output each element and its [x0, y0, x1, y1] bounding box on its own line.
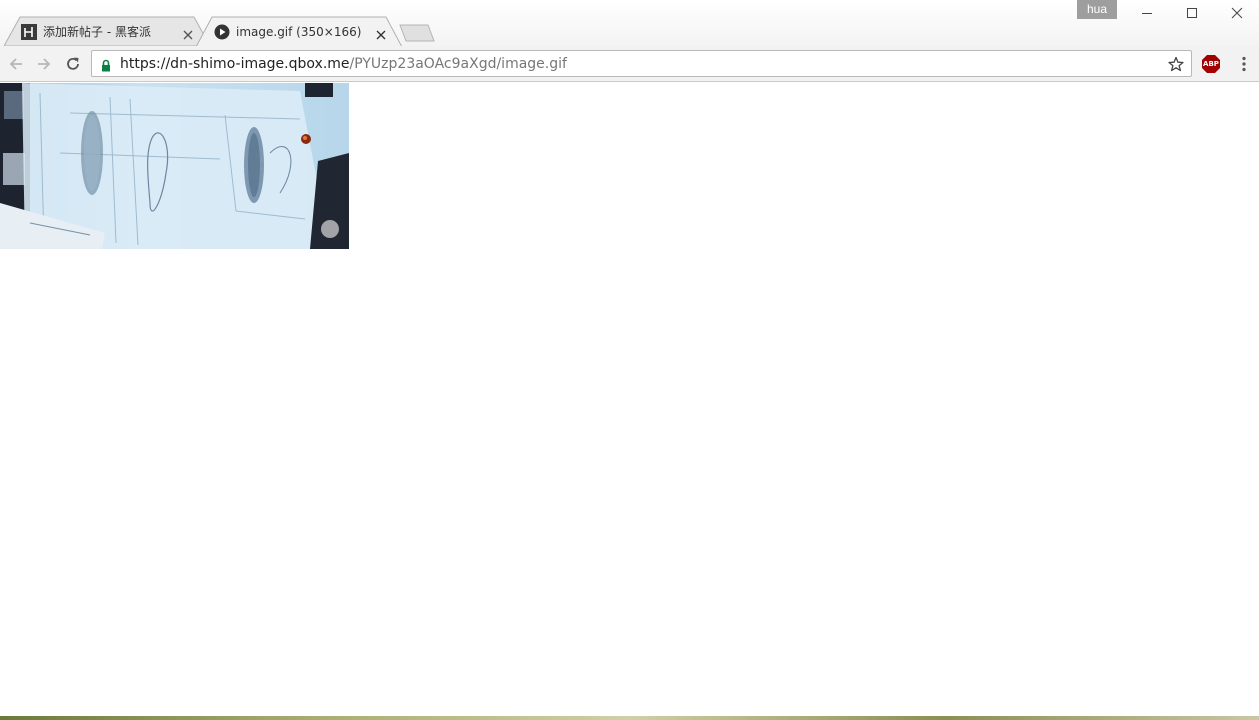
maximize-icon	[1187, 8, 1197, 18]
taskbar-edge	[0, 716, 1259, 720]
close-tab-icon[interactable]	[182, 26, 194, 40]
back-arrow-icon	[9, 58, 22, 70]
bookmark-star-icon[interactable]	[1168, 56, 1184, 76]
title-bar: 添加新帖子 - 黑客派 image.gif (350×166) hua	[0, 0, 1259, 47]
more-vert-icon	[1242, 56, 1246, 72]
adblock-plus-button[interactable]: ABP	[1201, 54, 1221, 74]
lock-icon	[101, 57, 111, 76]
maximize-button[interactable]	[1169, 0, 1215, 26]
gif-image[interactable]	[0, 83, 349, 249]
browser-toolbar: https://dn-shimo-image.qbox.me/PYUzp23aO…	[0, 46, 1259, 82]
url-text[interactable]: https://dn-shimo-image.qbox.me/PYUzp23aO…	[120, 55, 567, 73]
minimize-button[interactable]	[1124, 0, 1170, 26]
back-button[interactable]	[6, 54, 26, 74]
close-window-button[interactable]	[1214, 0, 1259, 26]
media-play-icon	[214, 24, 230, 40]
minimize-icon	[1142, 13, 1152, 14]
forward-arrow-icon	[38, 58, 51, 70]
new-tab-button[interactable]	[398, 24, 436, 42]
adblock-label: ABP	[1203, 60, 1219, 68]
reload-button[interactable]	[63, 54, 83, 74]
tab-image-gif[interactable]: image.gif (350×166)	[196, 16, 402, 47]
url-host: https://dn-shimo-image.qbox.me	[120, 56, 350, 72]
profile-badge[interactable]: hua	[1077, 0, 1117, 19]
close-tab-icon[interactable]	[375, 26, 387, 40]
hacpai-logo-icon	[21, 24, 37, 40]
page-viewport	[0, 83, 1259, 717]
tab-title: image.gif (350×166)	[236, 25, 362, 39]
close-icon	[1231, 7, 1243, 19]
forward-button[interactable]	[34, 54, 54, 74]
reload-icon	[67, 57, 79, 70]
tab-title: 添加新帖子 - 黑客派	[43, 25, 151, 39]
url-path: /PYUzp23aOAc9aXgd/image.gif	[349, 56, 567, 72]
chrome-menu-button[interactable]	[1234, 54, 1254, 74]
tab-hacpai[interactable]: 添加新帖子 - 黑客派	[4, 16, 210, 46]
address-bar[interactable]: https://dn-shimo-image.qbox.me/PYUzp23aO…	[91, 50, 1192, 77]
